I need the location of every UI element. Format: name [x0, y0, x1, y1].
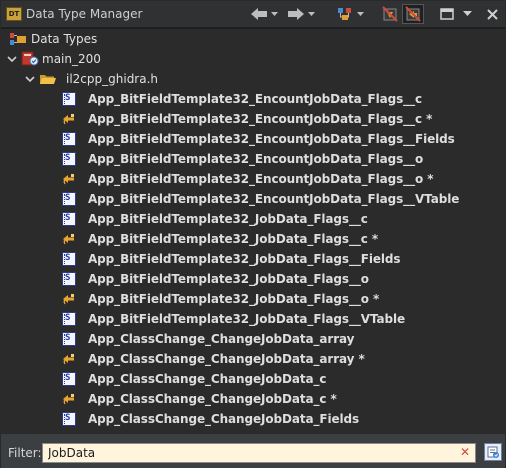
filter-label: Filter:	[8, 446, 42, 460]
tree-item[interactable]: App_BitFieldTemplate32_JobData_Flags__Fi…	[62, 250, 401, 268]
tree-item[interactable]: App_BitFieldTemplate32_JobData_Flags__o …	[62, 290, 379, 308]
tree-item[interactable]: App_ClassChange_ChangeJobData_c *	[62, 390, 337, 408]
tree-item-label: App_ClassChange_ChangeJobData_c	[88, 372, 327, 386]
view-menu-button[interactable]	[460, 4, 474, 24]
tree-item-label: App_ClassChange_ChangeJobData_array	[88, 332, 355, 346]
tree-item[interactable]: App_ClassChange_ChangeJobData_array *	[62, 350, 365, 368]
tree-item[interactable]: App_ClassChange_ChangeJobData_c	[62, 370, 327, 388]
tree-item[interactable]: App_BitFieldTemplate32_EncountJobData_Fl…	[62, 90, 422, 108]
tree-item-label: App_BitFieldTemplate32_JobData_Flags__o	[88, 272, 369, 286]
filter-pointers-icon	[405, 6, 421, 22]
tree-item[interactable]: App_BitFieldTemplate32_JobData_Flags__VT…	[62, 310, 405, 328]
back-button[interactable]	[249, 4, 269, 24]
tree-item-label: App_BitFieldTemplate32_JobData_Flags__VT…	[88, 312, 406, 326]
tree-item-label: App_BitFieldTemplate32_EncountJobData_Fl…	[88, 152, 424, 166]
structure-icon	[62, 152, 76, 166]
window-icon	[440, 8, 454, 20]
tree-item[interactable]: App_BitFieldTemplate32_EncountJobData_Fl…	[62, 110, 432, 128]
tree-item-label: App_BitFieldTemplate32_EncountJobData_Fl…	[88, 132, 455, 146]
archive-action-dropdown[interactable]	[356, 4, 364, 24]
title-bar: DT Data Type Manager	[1, 1, 505, 28]
forward-history-dropdown[interactable]	[307, 4, 315, 24]
archive-action-button[interactable]	[335, 4, 355, 24]
tree-item-label: App_BitFieldTemplate32_JobData_Flags__c …	[88, 232, 379, 246]
arrow-right-icon	[288, 8, 304, 20]
close-button[interactable]	[483, 4, 501, 24]
structure-icon	[62, 312, 76, 326]
minimize-button[interactable]	[437, 4, 457, 24]
data-type-manager-icon: DT	[6, 7, 22, 21]
tree-node-main-200[interactable]: main_200	[7, 50, 101, 68]
filter-arrays-toggle[interactable]	[379, 4, 401, 24]
chevron-down-icon	[270, 11, 278, 16]
pointer-icon	[62, 112, 76, 126]
tree-item-label: App_BitFieldTemplate32_JobData_Flags__c	[88, 212, 368, 226]
tree-item[interactable]: App_BitFieldTemplate32_EncountJobData_Fl…	[62, 130, 455, 148]
tree-item-label: App_BitFieldTemplate32_EncountJobData_Fl…	[88, 92, 422, 106]
pointer-icon	[62, 172, 76, 186]
tree-item[interactable]: App_BitFieldTemplate32_EncountJobData_Fl…	[62, 170, 433, 188]
structure-icon	[62, 272, 76, 286]
chevron-down-icon[interactable]	[25, 74, 35, 84]
window-title: Data Type Manager	[26, 7, 143, 21]
tree-item-label: App_ClassChange_ChangeJobData_c *	[88, 392, 337, 406]
program-archive-icon	[21, 51, 39, 66]
pointer-icon	[62, 352, 76, 366]
tree-item[interactable]: App_ClassChange_ChangeJobData_Fields	[62, 410, 359, 428]
tree-node-header-file[interactable]: il2cpp_ghidra.h	[25, 70, 158, 88]
tree-item[interactable]: App_BitFieldTemplate32_JobData_Flags__c	[62, 210, 368, 228]
structure-icon	[62, 372, 76, 386]
open-folder-icon	[40, 75, 56, 84]
tree-item-label: App_BitFieldTemplate32_JobData_Flags__o …	[88, 292, 380, 306]
structure-icon	[62, 412, 76, 426]
filter-bar: Filter: ✕	[1, 433, 505, 468]
filter-pointers-toggle[interactable]	[402, 4, 424, 24]
tree-root-label: Data Types	[31, 32, 98, 46]
tree-item-label: App_ClassChange_ChangeJobData_array *	[88, 352, 365, 366]
archive-tree-icon	[338, 8, 351, 20]
structure-icon	[62, 132, 76, 146]
tree-item[interactable]: App_BitFieldTemplate32_EncountJobData_Fl…	[62, 190, 459, 208]
archive-label: main_200	[42, 52, 101, 66]
tree-item-label: App_ClassChange_ChangeJobData_Fields	[88, 412, 360, 426]
close-icon	[486, 8, 498, 20]
filter-arrays-icon	[382, 6, 398, 22]
chevron-down-icon[interactable]	[7, 54, 17, 64]
data-type-manager-window: DT Data Type Manager Data Types main_200…	[0, 0, 506, 468]
tree-item[interactable]: App_BitFieldTemplate32_JobData_Flags__c …	[62, 230, 378, 248]
data-type-tree[interactable]: Data Types main_200 il2cpp_ghidra.h App_…	[1, 28, 505, 433]
tree-item[interactable]: App_ClassChange_ChangeJobData_array	[62, 330, 354, 348]
structure-icon	[62, 192, 76, 206]
pointer-icon	[62, 232, 76, 246]
chevron-down-icon	[356, 11, 364, 16]
arrow-left-icon	[251, 8, 267, 20]
filter-options-button[interactable]	[484, 443, 502, 461]
tree-item-label: App_BitFieldTemplate32_EncountJobData_Fl…	[88, 192, 460, 206]
chevron-down-icon	[462, 11, 472, 16]
chevron-down-icon	[307, 11, 315, 16]
filter-input[interactable]	[42, 443, 476, 463]
back-history-dropdown[interactable]	[270, 4, 278, 24]
structure-icon	[62, 212, 76, 226]
tree-item[interactable]: App_BitFieldTemplate32_EncountJobData_Fl…	[62, 150, 423, 168]
clear-filter-icon[interactable]: ✕	[459, 446, 471, 458]
structure-icon	[62, 92, 76, 106]
forward-button[interactable]	[286, 4, 306, 24]
tree-item[interactable]: App_BitFieldTemplate32_JobData_Flags__o	[62, 270, 369, 288]
tree-item-label: App_BitFieldTemplate32_EncountJobData_Fl…	[88, 112, 433, 126]
pointer-icon	[62, 392, 76, 406]
tree-root-data-types[interactable]: Data Types	[9, 30, 97, 48]
structure-icon	[62, 332, 76, 346]
filter-options-icon	[487, 446, 499, 458]
pointer-icon	[62, 292, 76, 306]
data-types-root-icon	[10, 33, 26, 45]
structure-icon	[62, 252, 76, 266]
tree-item-label: App_BitFieldTemplate32_EncountJobData_Fl…	[88, 172, 434, 186]
folder-label: il2cpp_ghidra.h	[66, 72, 159, 86]
tree-item-label: App_BitFieldTemplate32_JobData_Flags__Fi…	[88, 252, 401, 266]
